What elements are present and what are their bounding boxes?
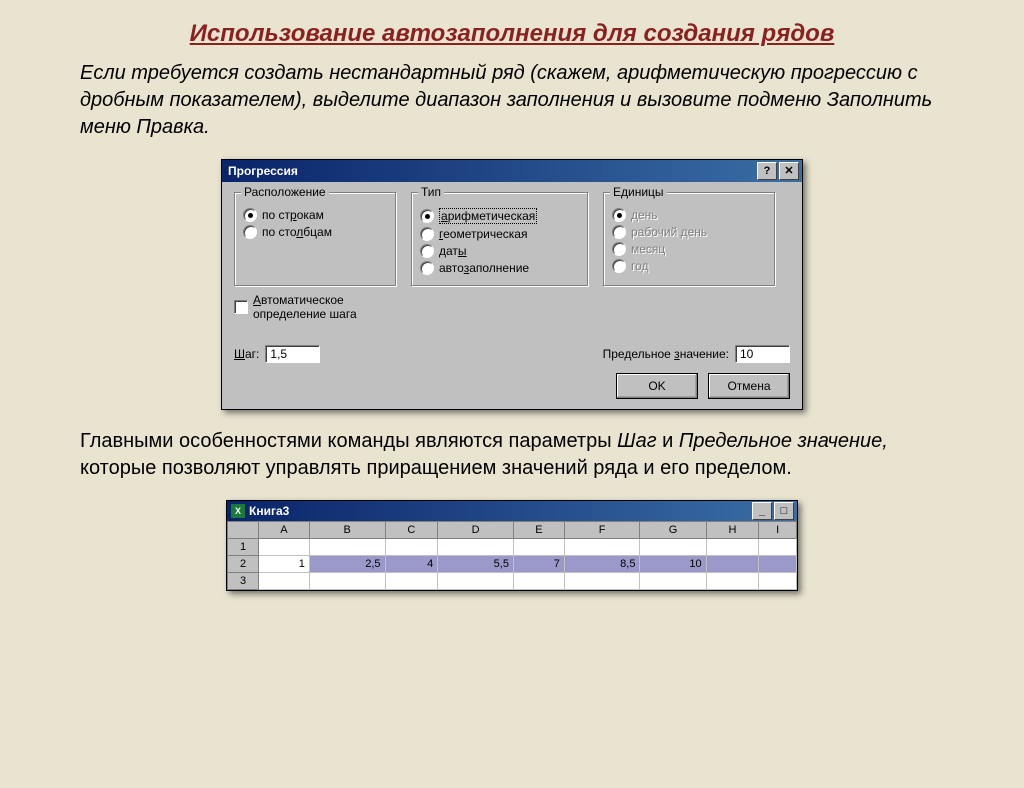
radio-rows[interactable] <box>243 208 257 222</box>
page-title: Использование автозаполнения для создани… <box>80 20 944 48</box>
radio-rows-label: по строкам <box>262 208 324 222</box>
radio-auto[interactable] <box>420 261 434 275</box>
radio-day <box>612 208 626 222</box>
spreadsheet-window: X Книга3 _ □ A B C D E F G H I 1 2 <box>226 500 798 591</box>
col-D[interactable]: D <box>438 522 514 539</box>
group-type: Тип арифметическая геометрическая даты а… <box>411 192 589 287</box>
auto-step-label: Автоматическоеопределение шага <box>253 293 357 321</box>
auto-step-checkbox[interactable] <box>234 300 248 314</box>
group-units-legend: Единицы <box>610 185 667 199</box>
col-B[interactable]: B <box>309 522 385 539</box>
radio-geom[interactable] <box>420 227 434 241</box>
radio-auto-label: автозаполнение <box>439 261 529 275</box>
cell-G2[interactable]: 10 <box>640 556 706 573</box>
radio-dates-label: даты <box>439 244 467 258</box>
minimize-button[interactable]: _ <box>752 502 772 520</box>
help-button[interactable]: ? <box>757 162 777 180</box>
rowhead-1[interactable]: 1 <box>228 539 259 556</box>
column-headers: A B C D E F G H I <box>228 522 797 539</box>
col-F[interactable]: F <box>564 522 640 539</box>
sheet-titlebar[interactable]: X Книга3 _ □ <box>227 501 797 521</box>
close-button[interactable]: ✕ <box>779 162 799 180</box>
radio-geom-label: геометрическая <box>439 227 527 241</box>
radio-day-label: день <box>631 208 658 222</box>
step-label: Шаг: <box>234 347 259 361</box>
cancel-button[interactable]: Отмена <box>708 373 790 399</box>
limit-label: Предельное значение: <box>603 347 729 361</box>
dialog-titlebar[interactable]: Прогрессия ? ✕ <box>222 160 802 182</box>
limit-input[interactable] <box>735 345 790 363</box>
col-E[interactable]: E <box>513 522 564 539</box>
group-units: Единицы день рабочий день месяц год <box>603 192 776 287</box>
cell-B2[interactable]: 2,5 <box>309 556 385 573</box>
rowhead-2[interactable]: 2 <box>228 556 259 573</box>
cell-A2[interactable]: 1 <box>259 556 310 573</box>
radio-month-label: месяц <box>631 242 665 256</box>
col-C[interactable]: C <box>385 522 438 539</box>
under-text: Главными особенностями команды являются … <box>80 428 944 482</box>
spreadsheet-grid[interactable]: A B C D E F G H I 1 2 1 2,5 4 5,5 7 <box>227 521 797 590</box>
radio-cols[interactable] <box>243 225 257 239</box>
select-all[interactable] <box>228 522 259 539</box>
radio-workday-label: рабочий день <box>631 225 707 239</box>
dialog-title: Прогрессия <box>228 164 755 178</box>
rowhead-3[interactable]: 3 <box>228 573 259 590</box>
radio-arith-label: арифметическая <box>439 208 537 224</box>
cell-E2[interactable]: 7 <box>513 556 564 573</box>
ok-button[interactable]: OK <box>616 373 698 399</box>
radio-workday <box>612 225 626 239</box>
sheet-title: Книга3 <box>249 504 750 518</box>
radio-month <box>612 242 626 256</box>
cell-F2[interactable]: 8,5 <box>564 556 640 573</box>
cell-H2[interactable] <box>706 556 759 573</box>
radio-year <box>612 259 626 273</box>
row-2: 2 1 2,5 4 5,5 7 8,5 10 <box>228 556 797 573</box>
row-1: 1 <box>228 539 797 556</box>
group-layout: Расположение по строкам по столбцам <box>234 192 397 287</box>
radio-arith[interactable] <box>420 209 434 223</box>
group-type-legend: Тип <box>418 185 444 199</box>
cell-I2[interactable] <box>759 556 797 573</box>
maximize-button[interactable]: □ <box>774 502 794 520</box>
radio-dates[interactable] <box>420 244 434 258</box>
intro-text: Если требуется создать нестандартный ряд… <box>80 60 944 141</box>
cell-C2[interactable]: 4 <box>385 556 438 573</box>
col-G[interactable]: G <box>640 522 706 539</box>
excel-icon: X <box>231 504 245 518</box>
radio-cols-label: по столбцам <box>262 225 332 239</box>
col-I[interactable]: I <box>759 522 797 539</box>
group-layout-legend: Расположение <box>241 185 329 199</box>
radio-year-label: год <box>631 259 649 273</box>
progression-dialog: Прогрессия ? ✕ Расположение по строкам п… <box>221 159 803 410</box>
col-A[interactable]: A <box>259 522 310 539</box>
col-H[interactable]: H <box>706 522 759 539</box>
cell-D2[interactable]: 5,5 <box>438 556 514 573</box>
step-input[interactable] <box>265 345 320 363</box>
row-3: 3 <box>228 573 797 590</box>
